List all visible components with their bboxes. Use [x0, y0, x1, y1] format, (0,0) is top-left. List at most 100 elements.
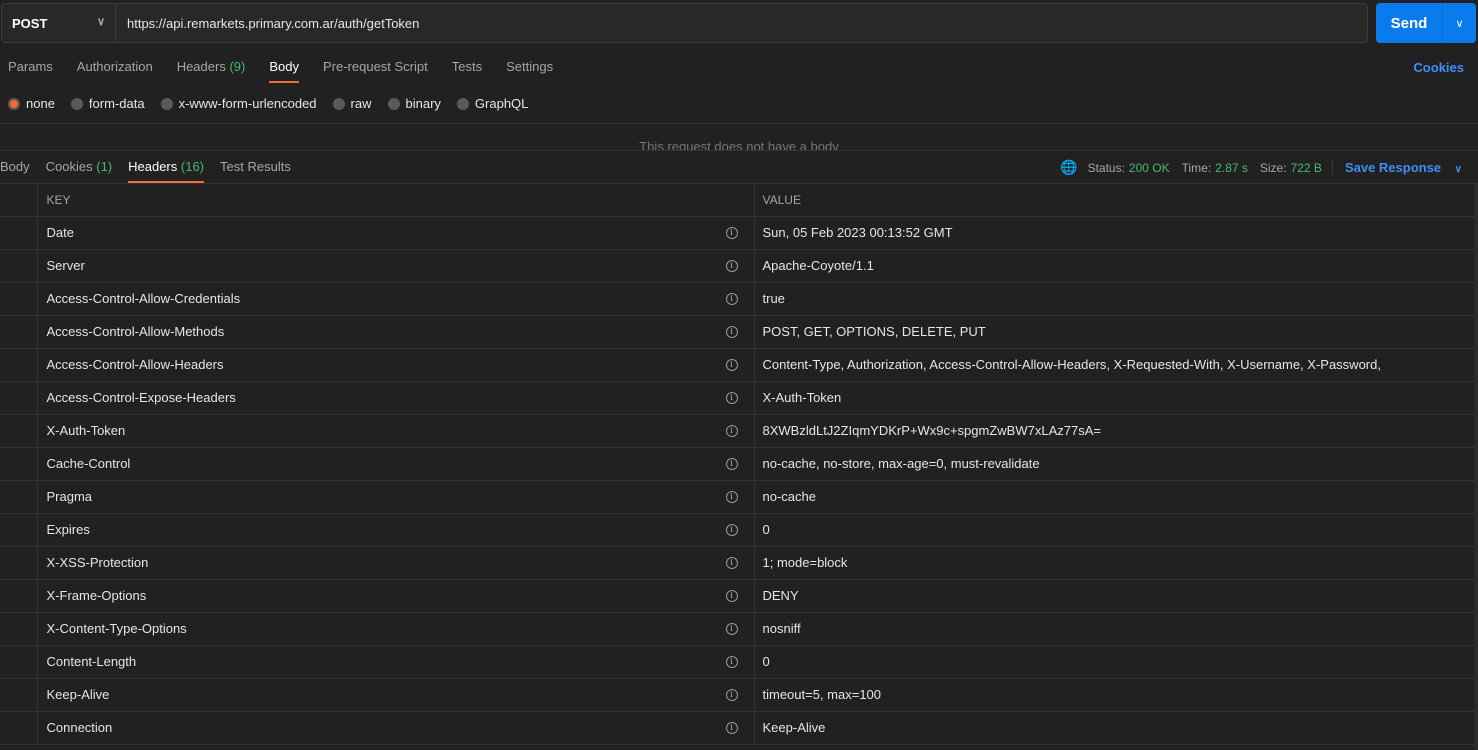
info-icon[interactable]: i [725, 589, 738, 602]
radio-label: x-www-form-urlencoded [178, 96, 317, 111]
radio-label: raw [350, 96, 372, 111]
column-key: KEY [37, 184, 755, 217]
info-icon[interactable]: i [725, 655, 738, 668]
tab-settings[interactable]: Settings [506, 59, 553, 83]
network-globe-lock-icon[interactable]: 🌐 [1060, 159, 1077, 176]
radio-circle-icon [332, 97, 345, 110]
time-value[interactable]: 2.87 s [1215, 161, 1248, 175]
tab-label: Test Results [220, 159, 291, 174]
radio-x-www-form-urlencoded[interactable]: x-www-form-urlencoded [160, 96, 317, 111]
header-key: X-Auth-Token i [37, 414, 755, 448]
response-tabs: Body Cookies (1) Headers (16) Test Results [0, 159, 307, 183]
tab-authorization[interactable]: Authorization [77, 59, 153, 83]
save-response-button[interactable]: Save Response ∨ [1331, 160, 1466, 175]
row-spacer [0, 711, 38, 745]
tab-label: Body [269, 59, 299, 74]
header-key-text: X-Content-Type-Options [46, 621, 187, 636]
row-spacer [0, 579, 38, 613]
table-header-row: KEY VALUE [0, 184, 1474, 217]
table-row: Connection i Keep-Alive [0, 711, 1474, 745]
info-icon[interactable]: i [725, 721, 738, 734]
response-tab-test-results[interactable]: Test Results [220, 159, 291, 183]
response-tab-cookies[interactable]: Cookies (1) [46, 159, 112, 183]
table-row: X-XSS-Protection i 1; mode=block [0, 546, 1474, 580]
tab-headers[interactable]: Headers (9) [177, 59, 246, 83]
radio-label: GraphQL [474, 96, 529, 111]
header-key: Keep-Alive i [37, 678, 755, 712]
info-icon[interactable]: i [725, 226, 738, 239]
row-spacer [0, 447, 38, 481]
radio-raw[interactable]: raw [332, 96, 372, 111]
info-icon[interactable]: i [725, 622, 738, 635]
table-row: Date i Sun, 05 Feb 2023 00:13:52 GMT [0, 216, 1474, 250]
table-row: Expires i 0 [0, 513, 1474, 547]
tab-label: Authorization [76, 59, 153, 74]
tab-tests[interactable]: Tests [452, 59, 482, 83]
table-row: X-Content-Type-Options i nosniff [0, 612, 1474, 646]
radio-form-data[interactable]: form-data [70, 96, 145, 111]
time-label: Time: [1181, 160, 1212, 175]
response-status-bar: 🌐 Status: 200 OK Time: 2.87 s Size: 722 B S… [1060, 159, 1470, 176]
divider [0, 150, 1478, 151]
radio-none[interactable]: none [8, 96, 55, 111]
info-icon[interactable]: i [725, 457, 738, 470]
info-icon[interactable]: i [725, 259, 738, 272]
body-type-selector: none form-data x-www-form-urlencoded raw bin… [8, 96, 544, 111]
status-value[interactable]: 200 OK [1129, 161, 1170, 175]
table-row: Access-Control-Allow-Headers i Content-Typ… [0, 348, 1474, 382]
header-key: Access-Control-Allow-Methods i [37, 315, 755, 349]
header-key-text: Keep-Alive [46, 687, 110, 702]
method-select[interactable]: POST ∨ [1, 3, 116, 43]
tab-pre-request-script[interactable]: Pre-request Script [323, 59, 428, 83]
header-key: Pragma i [37, 480, 755, 514]
header-spacer [0, 184, 38, 217]
table-row: Pragma i no-cache [0, 480, 1474, 514]
info-icon[interactable]: i [725, 523, 738, 536]
method-label: POST [12, 15, 48, 31]
url-input[interactable]: https://api.remarkets.primary.com.ar/aut… [115, 3, 1368, 43]
response-tab-headers[interactable]: Headers (16) [128, 159, 204, 183]
info-icon[interactable]: i [725, 688, 738, 701]
header-value: Apache-Coyote/1.1 [754, 249, 1474, 283]
send-options-chevron-icon[interactable]: ∨ [1443, 3, 1476, 43]
response-tab-body[interactable]: Body [0, 159, 30, 183]
header-key-text: Server [46, 258, 85, 273]
row-spacer [0, 678, 38, 712]
response-headers-table: KEY VALUE Date i Sun, 05 Feb 2023 00:13:52 … [0, 184, 1474, 745]
row-spacer [0, 381, 38, 415]
info-icon[interactable]: i [725, 490, 738, 503]
row-spacer [0, 282, 38, 316]
info-icon[interactable]: i [725, 358, 738, 371]
send-button-group: Send ∨ [1376, 3, 1476, 43]
radio-binary[interactable]: binary [387, 96, 441, 111]
radio-graphql[interactable]: GraphQL [456, 96, 529, 111]
scrollbar[interactable] [1474, 184, 1478, 750]
table-row: Access-Control-Allow-Methods i POST, GET, … [0, 315, 1474, 349]
header-key-text: Access-Control-Allow-Credentials [46, 291, 241, 306]
header-key: Date i [37, 216, 755, 250]
header-key: Connection i [37, 711, 755, 745]
info-icon[interactable]: i [725, 292, 738, 305]
info-icon[interactable]: i [725, 424, 738, 437]
info-icon[interactable]: i [725, 325, 738, 338]
header-key: Server i [37, 249, 755, 283]
info-icon[interactable]: i [725, 391, 738, 404]
tab-body[interactable]: Body [269, 59, 299, 83]
request-tabs: Params Authorization Headers (9) Body Pre-re… [8, 59, 577, 83]
cookies-link[interactable]: Cookies [1413, 60, 1464, 75]
header-key-text: X-XSS-Protection [46, 555, 149, 570]
header-value: no-cache, no-store, max-age=0, must-reva… [754, 447, 1474, 481]
header-value: 1; mode=block [754, 546, 1474, 580]
table-row: Cache-Control i no-cache, no-store, max-ag… [0, 447, 1474, 481]
row-spacer [0, 315, 38, 349]
row-spacer [0, 414, 38, 448]
send-button[interactable]: Send [1376, 3, 1443, 43]
radio-circle-icon [8, 97, 20, 110]
radio-circle-icon [387, 97, 400, 110]
info-icon[interactable]: i [725, 556, 738, 569]
row-spacer [0, 348, 38, 382]
tab-params[interactable]: Params [8, 59, 53, 83]
size-value[interactable]: 722 B [1291, 161, 1322, 175]
header-key-text: Access-Control-Allow-Methods [46, 324, 225, 339]
header-key-text: Date [46, 225, 74, 240]
